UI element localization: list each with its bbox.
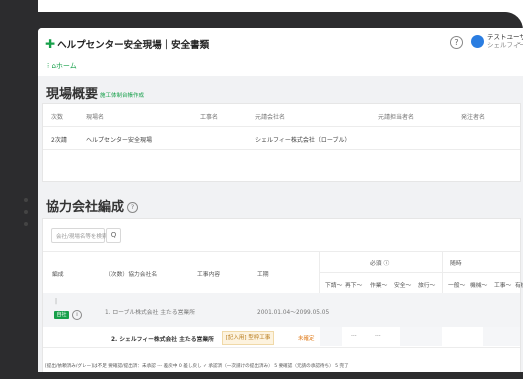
- ledger-link[interactable]: 施工体制台帳作成: [100, 93, 144, 99]
- device-frame: ✚ヘルプセンター安全現場｜安全書類 ? テストユーザー1 シェルフィー株式会社 …: [0, 0, 523, 379]
- device-bezel-bottom: [0, 372, 523, 379]
- table-row[interactable]: 2次請 ヘルプセンター安全現場 シェルフィー株式会社（ローブル）: [43, 127, 520, 150]
- site-overview-title: 現場概要 施工体制台帳作成: [46, 87, 145, 102]
- work-content-badge[interactable]: [記入用] 型枠工事: [222, 331, 274, 345]
- help-icon[interactable]: ?: [127, 202, 139, 213]
- doc-cell[interactable]: …: [375, 332, 381, 338]
- help-icon[interactable]: ?: [450, 36, 463, 49]
- partners-title: 協力会社編成?: [46, 196, 139, 215]
- top-bar: ✚ヘルプセンター安全現場｜安全書類 ? テストユーザー1 シェルフィー株式会社 …: [38, 28, 523, 59]
- info-icon[interactable]: i: [72, 310, 82, 320]
- device-buttons: [24, 190, 28, 234]
- doc-cell[interactable]: …: [351, 332, 357, 338]
- user-avatar[interactable]: [471, 35, 484, 48]
- search-input[interactable]: 会社/現場名等を検索: [51, 228, 107, 243]
- own-company-badge: 自社: [54, 311, 69, 319]
- required-group: 必須 ⓘ: [370, 261, 390, 267]
- breadcrumb-home[interactable]: ⁝ ⌂ホーム: [47, 61, 77, 71]
- plus-logo-icon: ✚: [45, 37, 56, 51]
- search-icon[interactable]: Q: [106, 228, 121, 243]
- app-screen: ✚ヘルプセンター安全現場｜安全書類 ? テストユーザー1 シェルフィー株式会社 …: [38, 28, 523, 374]
- status-badge: 未確定: [298, 336, 315, 342]
- partners-card: 会社/現場名等を検索 Q 編成 （次数）協力会社名 工事内容 工期 必須 ⓘ 随…: [42, 218, 523, 374]
- device-bezel-left: [0, 0, 38, 379]
- chevron-down-icon[interactable]: ⌄: [516, 38, 522, 46]
- table-header: 編成 （次数）協力会社名 工事内容 工期 必須 ⓘ 随時 下請～ 再下～ 作業～…: [43, 251, 523, 295]
- breadcrumb: ⁝ ⌂ホーム: [38, 58, 523, 76]
- table-header: 次数 現場名 工事名 元請会社名 元請担当者名 発注者名: [43, 104, 520, 127]
- table-row[interactable]: | 自社 i 1. ローブル株式会社 主たる営業所 2001.01.04～209…: [43, 293, 520, 328]
- app-title[interactable]: ✚ ヘルプセンター安全現場｜安全書類: [45, 37, 209, 51]
- table-row[interactable]: 2. シェルフィー株式会社 主たる営業所 [記入用] 型枠工事 未確定 … …: [43, 327, 520, 348]
- site-overview-card: 次数 現場名 工事名 元請会社名 元請担当者名 発注者名 2次請 ヘルプセンター…: [42, 103, 521, 182]
